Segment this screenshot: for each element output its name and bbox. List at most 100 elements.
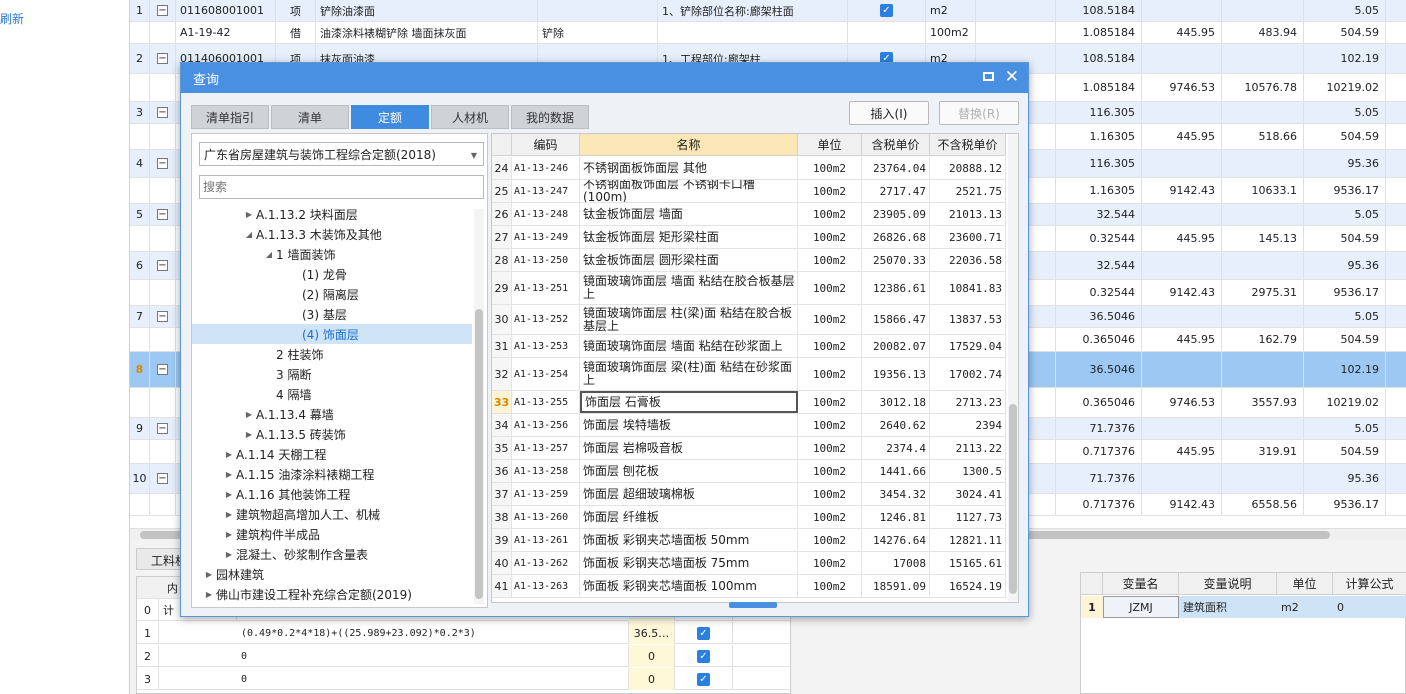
checkbox-cell[interactable]: ✓ <box>675 622 733 644</box>
tree-node[interactable]: ▶ A.1.15 油漆涂料裱糊工程 <box>192 464 472 484</box>
caret-right-icon[interactable]: ▶ <box>222 550 236 559</box>
caret-right-icon[interactable]: ▶ <box>222 510 236 519</box>
search-input[interactable] <box>199 175 484 199</box>
tree-node[interactable]: (1) 龙骨 <box>192 264 472 284</box>
caret-right-icon[interactable]: ▶ <box>222 470 236 479</box>
table-row[interactable]: 1 (0.49*0.2*4*18)+((25.989+23.092)*0.2*3)… <box>137 622 792 644</box>
collapse-icon[interactable]: − <box>157 5 168 16</box>
checkbox-checked-icon[interactable]: ✓ <box>697 672 710 686</box>
caret-right-icon[interactable]: ▶ <box>222 450 236 459</box>
column-header[interactable]: 单位 <box>798 134 862 156</box>
quota-row[interactable]: 40 A1-13-262 饰面板 彩钢夹芯墙面板 75mm 100m2 17008 151… <box>492 552 1006 575</box>
tree-node[interactable]: ▶ 园林建筑 <box>192 564 472 584</box>
tree-scrollbar[interactable] <box>474 209 484 604</box>
quota-row[interactable]: 25 A1-13-247 不锈钢面板饰面层 不锈钢卡口槽(100m) 100m2 271… <box>492 180 1006 203</box>
collapse-icon[interactable]: − <box>157 364 168 375</box>
tree-node[interactable]: ▶ A.1.13.5 砖装饰 <box>192 424 472 444</box>
quota-row[interactable]: 41 A1-13-263 饰面板 彩钢夹芯墙面板 100mm 100m2 18591.0… <box>492 575 1006 598</box>
tree-node[interactable]: ▶ A.1.16 其他装饰工程 <box>192 484 472 504</box>
refresh-link[interactable]: 刷新 <box>0 10 24 27</box>
var-unit[interactable]: m2 <box>1277 596 1333 618</box>
caret-right-icon[interactable]: ▶ <box>222 530 236 539</box>
dialog-titlebar[interactable]: 查询 ✕ <box>181 63 1028 93</box>
tree-node[interactable]: ▶ A.1.13.2 块料面层 <box>192 204 472 224</box>
caret-down-icon[interactable]: ◢ <box>242 230 256 239</box>
quota-row[interactable]: 24 A1-13-246 不锈钢面板饰面层 其他 100m2 23764.04 20888… <box>492 157 1006 180</box>
formula-expression[interactable]: 0 <box>237 668 629 690</box>
scrollbar-thumb[interactable] <box>1009 404 1017 594</box>
quota-row[interactable]: 26 A1-13-248 钛金板饰面层 墙面 100m2 23905.09 21013.1… <box>492 203 1006 226</box>
tree-node[interactable]: ◢ A.1.13.3 木装饰及其他 <box>192 224 472 244</box>
column-header[interactable]: 不含税单价 <box>930 134 1006 156</box>
tree-node[interactable]: (2) 隔离层 <box>192 284 472 304</box>
column-header[interactable]: 含税单价 <box>862 134 930 156</box>
collapse-icon[interactable]: − <box>157 209 168 220</box>
column-header[interactable]: 编码 <box>512 134 580 156</box>
quota-row[interactable]: 34 A1-13-256 饰面层 埃特墙板 100m2 2640.62 2394 <box>492 414 1006 437</box>
caret-right-icon[interactable]: ▶ <box>202 570 216 579</box>
tree-node[interactable]: ▶ A.1.13.4 幕墙 <box>192 404 472 424</box>
collapse-icon[interactable]: − <box>157 107 168 118</box>
tree-node[interactable]: 4 隔墙 <box>192 384 472 404</box>
quota-row[interactable]: 35 A1-13-257 饰面层 岩棉吸音板 100m2 2374.4 2113.22 <box>492 437 1006 460</box>
caret-right-icon[interactable]: ▶ <box>242 210 256 219</box>
tab-3[interactable]: 人材机 <box>431 105 509 129</box>
tab-2[interactable]: 定额 <box>351 105 429 129</box>
formula-expression[interactable]: 0 <box>237 645 629 667</box>
table-row[interactable]: 1−011608001001 项铲除油漆面 1、铲除部位名称:廊架柱面 ✓ m2 108.… <box>130 0 1406 22</box>
collapse-icon[interactable]: − <box>157 473 168 484</box>
tree-node[interactable]: 3 隔断 <box>192 364 472 384</box>
scrollbar-thumb[interactable] <box>475 309 483 599</box>
quota-row[interactable]: 29 A1-13-251 镜面玻璃饰面层 墙面 粘结在胶合板基层上 100m2 1238… <box>492 272 1006 305</box>
close-icon[interactable]: ✕ <box>1005 67 1019 87</box>
checkbox-cell[interactable]: ✓ <box>675 645 733 667</box>
caret-right-icon[interactable]: ▶ <box>222 490 236 499</box>
var-name[interactable]: JZMJ <box>1103 596 1179 618</box>
tree-node[interactable]: 2 柱装饰 <box>192 344 472 364</box>
quota-row[interactable]: 28 A1-13-250 钛金板饰面层 圆形梁柱面 100m2 25070.33 2203… <box>492 249 1006 272</box>
formula-expression[interactable]: (0.49*0.2*4*18)+((25.989+23.092)*0.2*3) <box>237 622 629 644</box>
table-row[interactable]: 3 0 0 ✓ <box>137 668 792 690</box>
tree-node[interactable]: ▶ 建筑构件半成品 <box>192 524 472 544</box>
chevron-down-icon[interactable]: ▼ <box>471 151 477 160</box>
collapse-icon[interactable]: − <box>157 53 168 64</box>
checkbox-checked-icon[interactable]: ✓ <box>697 626 710 640</box>
var-desc[interactable]: 建筑面积 <box>1179 596 1277 618</box>
collapse-icon[interactable]: − <box>157 423 168 434</box>
quota-row[interactable]: 27 A1-13-249 钛金板饰面层 矩形梁柱面 100m2 26826.68 2360… <box>492 226 1006 249</box>
insert-button[interactable]: 插入(I) <box>849 101 929 125</box>
quota-select[interactable]: 广东省房屋建筑与装饰工程综合定额(2018) ▼ <box>199 142 484 166</box>
quota-row[interactable]: 36 A1-13-258 饰面层 刨花板 100m2 1441.66 1300.5 <box>492 460 1006 483</box>
tree-node[interactable]: (4) 饰面层 <box>192 324 472 344</box>
tab-4[interactable]: 我的数据 <box>511 105 589 129</box>
caret-right-icon[interactable]: ▶ <box>202 590 216 599</box>
replace-button[interactable]: 替换(R) <box>939 101 1019 125</box>
collapse-icon[interactable]: − <box>157 158 168 169</box>
grid-scrollbar[interactable] <box>1008 134 1018 602</box>
quota-row[interactable]: 31 A1-13-253 镜面玻璃饰面层 墙面 粘结在砂浆面上 100m2 20082.… <box>492 335 1006 358</box>
quota-row[interactable]: 37 A1-13-259 饰面层 超细玻璃棉板 100m2 3454.32 3024.41 <box>492 483 1006 506</box>
collapse-icon[interactable]: − <box>157 260 168 271</box>
collapse-icon[interactable]: − <box>157 311 168 322</box>
tree-node[interactable]: ▶ 混凝土、砂浆制作含量表 <box>192 544 472 564</box>
maximize-icon[interactable] <box>983 72 994 81</box>
var-formula[interactable]: 0 <box>1333 596 1406 618</box>
quota-row[interactable]: 38 A1-13-260 饰面层 纤维板 100m2 1246.81 1127.73 <box>492 506 1006 529</box>
quota-row[interactable]: 30 A1-13-252 镜面玻璃饰面层 柱(梁)面 粘结在胶合板基层上 100m2 1… <box>492 305 1006 335</box>
column-header[interactable]: 名称 <box>580 134 798 156</box>
tree-node[interactable]: ▶ A.1.14 天棚工程 <box>192 444 472 464</box>
checkbox-cell[interactable]: ✓ <box>675 668 733 690</box>
table-row[interactable]: A1-19-42 借油漆涂料裱糊铲除 墙面抹灰面 铲除 100m2 1.085184 44… <box>130 22 1406 44</box>
tree-node[interactable]: ▶ 佛山市建设工程补充综合定额(2019) <box>192 584 472 604</box>
caret-down-icon[interactable]: ◢ <box>262 250 276 259</box>
column-header[interactable] <box>492 134 512 156</box>
quota-row[interactable]: 32 A1-13-254 镜面玻璃饰面层 梁(柱)面 粘结在砂浆面上 100m2 193… <box>492 358 1006 391</box>
tab-0[interactable]: 清单指引 <box>191 105 269 129</box>
quota-row[interactable]: 33 A1-13-255 饰面层 石膏板 100m2 3012.18 2713.23 <box>492 391 1006 414</box>
checkbox-checked-icon[interactable]: ✓ <box>880 4 893 17</box>
tree-node[interactable]: ▶ 建筑物超高增加人工、机械 <box>192 504 472 524</box>
tab-1[interactable]: 清单 <box>271 105 349 129</box>
caret-right-icon[interactable]: ▶ <box>242 410 256 419</box>
quota-row[interactable]: 39 A1-13-261 饰面板 彩钢夹芯墙面板 50mm 100m2 14276.64… <box>492 529 1006 552</box>
tree-node[interactable]: ◢ 1 墙面装饰 <box>192 244 472 264</box>
